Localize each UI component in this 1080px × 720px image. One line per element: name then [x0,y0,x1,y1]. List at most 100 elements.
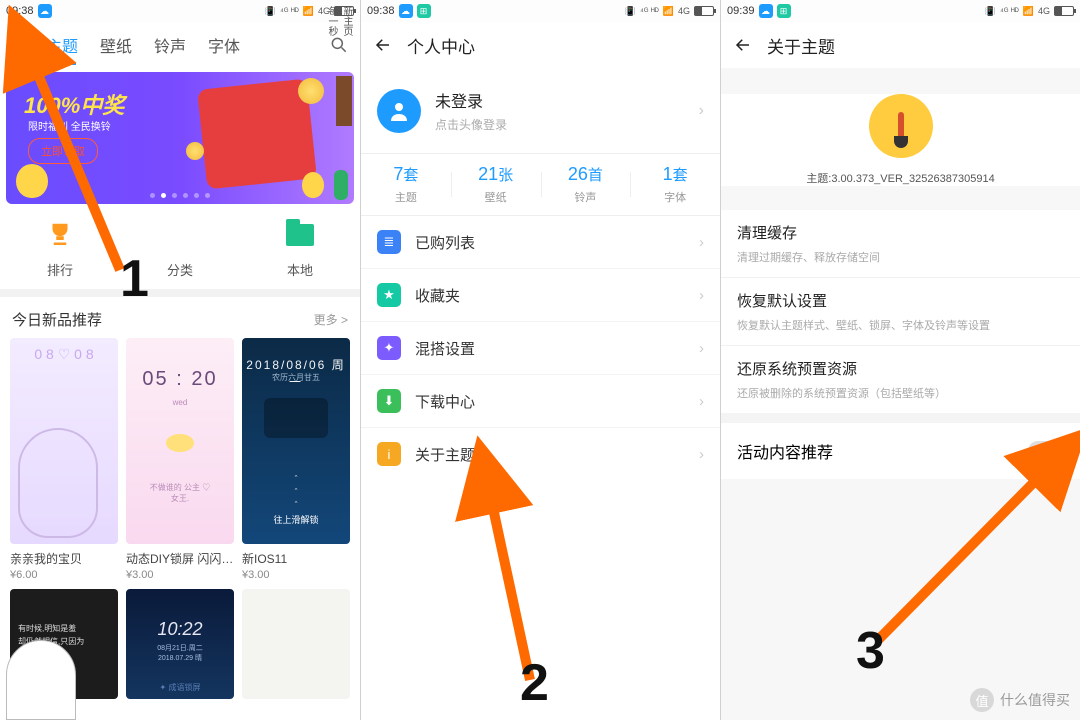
vibrate-icon: 📳 [625,6,636,17]
avatar-icon [377,89,421,133]
setting-activity-recommend[interactable]: 活动内容推荐 [721,423,1080,479]
net-label: 4G [1038,6,1050,16]
profile-row[interactable]: 未登录 点击头像登录 › [361,68,720,153]
status-bar: 09:38☁ 📳⁴ᴳ ᴴᴰ📶4G [0,0,360,22]
profile-icon[interactable] [10,34,32,56]
setting-desc: 还原被删除的系统预置资源（包括壁纸等） [737,385,1064,401]
banner-cta[interactable]: 立即领取 [28,138,98,164]
toggle-switch[interactable] [1028,441,1064,461]
menu-purchased[interactable]: ≣已购列表› [361,216,720,268]
cat-category-label: 分类 [167,263,193,278]
promo-banner[interactable]: 100%中奖 限时福利 全民换铃 立即领取 [6,72,354,204]
cat-category[interactable]: 分类 [120,218,240,279]
setting-title: 清理缓存 [737,222,1064,243]
tab-theme[interactable]: 主题 [38,33,86,57]
theme-clock: 05 : 20 [126,368,234,391]
profile-sub: 点击头像登录 [435,116,507,133]
menu-about[interactable]: i关于主题› [361,427,720,480]
category-row: 排行 分类 本地 [0,204,360,289]
theme-card[interactable]: 新主页每一秒 [242,589,350,699]
chevron-right-icon: › [699,340,704,357]
theme-card[interactable]: 2018/08/06 周一农历六月甘五＾＾＾往上滑解锁 新IOS11 ¥3.00 [242,338,350,581]
status-time: 09:39 [727,5,755,17]
menu-label: 混搭设置 [415,338,475,359]
stat-font[interactable]: 1套字体 [630,164,720,205]
scan-icon: ⊞ [417,4,431,18]
cat-rank-label: 排行 [47,263,73,278]
theme-card[interactable]: 05 : 20wed不做谁的 公主 ♡女王. 动态DIY锁屏 闪闪… ¥3.00 [126,338,234,581]
status-time: 09:38 [367,5,395,17]
tab-ringtone[interactable]: 铃声 [146,33,194,57]
signal-text: ⁴ᴳ ᴴᴰ [1000,6,1019,16]
stat-theme[interactable]: 7套主题 [361,164,451,205]
list-icon: ≣ [377,230,401,254]
status-bar: 09:39☁⊞ 📳⁴ᴳ ᴴᴰ📶4G [721,0,1080,22]
info-icon: i [377,442,401,466]
theme-name: 动态DIY锁屏 闪闪… [126,550,234,567]
cat-rank[interactable]: 排行 [0,218,120,279]
cat-local-label: 本地 [287,263,313,278]
top-nav: 主题 壁纸 铃声 字体 [0,22,360,68]
theme-grid: 0 8 ♡ 0 8 亲亲我的宝贝 ¥6.00 05 : 20wed不做谁的 公主… [0,338,360,581]
version-text: 主题:3.00.373_VER_32526387305914 [721,170,1080,186]
tab-wallpaper[interactable]: 壁纸 [92,33,140,57]
weather-icon: ☁ [759,4,773,18]
section-title: 今日新品推荐 [12,309,102,330]
stat-wallpaper[interactable]: 21张壁纸 [451,164,541,205]
chevron-right-icon: › [699,393,704,410]
page-title: 关于主题 [767,33,835,58]
search-icon[interactable] [328,34,350,56]
setting-clear-cache[interactable]: 清理缓存 清理过期缓存、释放存储空间 [721,210,1080,277]
watermark: 值 什么值得买 [970,688,1070,712]
title-bar: 个人中心 [361,22,720,68]
brush-icon [898,112,904,140]
theme-card[interactable]: 10:2208月21日.周二2018.07.29 晴✦ 成语锁屏 [126,589,234,699]
battery-icon [694,6,714,16]
banner-title: 100%中奖 [24,88,124,120]
weather-icon: ☁ [399,4,413,18]
setting-title: 还原系统预置资源 [737,358,1064,379]
profile-name: 未登录 [435,88,507,112]
menu-favorites[interactable]: ★收藏夹› [361,268,720,321]
app-icon [869,94,933,158]
watermark-icon: 值 [970,688,994,712]
tab-font[interactable]: 字体 [200,33,248,57]
screen-personal-center: 09:38☁⊞ 📳⁴ᴳ ᴴᴰ📶4G 个人中心 未登录 点击头像登录 › 7套主题… [360,0,720,720]
theme-card[interactable]: 0 8 ♡ 0 8 亲亲我的宝贝 ¥6.00 [10,338,118,581]
carousel-dots[interactable] [150,193,210,198]
signal-icon: 📶 [1023,6,1034,17]
stats-row: 7套主题 21张壁纸 26首铃声 1套字体 [361,153,720,216]
theme-name: 新IOS11 [242,550,350,567]
status-time: 09:38 [6,5,34,17]
chevron-right-icon: › [699,234,704,251]
setting-desc: 恢复默认主题样式、壁纸、锁屏、字体及铃声等设置 [737,317,1064,333]
menu-download[interactable]: ⬇下载中心› [361,374,720,427]
stat-ringtone[interactable]: 26首铃声 [541,164,631,205]
chevron-right-icon: › [699,287,704,304]
back-icon[interactable] [373,35,393,55]
vibrate-icon: 📳 [985,6,996,17]
section-more[interactable]: 更多 > [314,311,348,328]
setting-desc: 清理过期缓存、释放存储空间 [737,249,1064,265]
signal-text: ⁴ᴳ ᴴᴰ [640,6,659,16]
signal-icon: 📶 [303,6,314,17]
weather-icon: ☁ [38,4,52,18]
mix-icon: ✦ [377,336,401,360]
menu-mix[interactable]: ✦ 混搭设置 › [361,321,720,374]
theme-price: ¥6.00 [10,569,118,581]
status-bar: 09:38☁⊞ 📳⁴ᴳ ᴴᴰ📶4G [361,0,720,22]
page-title: 个人中心 [407,33,475,58]
cat-local[interactable]: 本地 [240,218,360,279]
setting-title: 恢复默认设置 [737,290,1064,311]
title-bar: 关于主题 [721,22,1080,68]
theme-price: ¥3.00 [242,569,350,581]
section-header: 今日新品推荐 更多 > [0,297,360,338]
screen-about-theme: 09:39☁⊞ 📳⁴ᴳ ᴴᴰ📶4G 关于主题 主题:3.00.373_VER_3… [720,0,1080,720]
theme-price: ¥3.00 [126,569,234,581]
setting-restore-default[interactable]: 恢复默认设置 恢复默认主题样式、壁纸、锁屏、字体及铃声等设置 [721,277,1080,345]
lock-time: 10:22 [126,619,234,640]
banner-sub: 限时福利 全民换铃 [28,118,111,133]
back-icon[interactable] [733,35,753,55]
setting-restore-resources[interactable]: 还原系统预置资源 还原被删除的系统预置资源（包括壁纸等） [721,345,1080,413]
chevron-right-icon: › [699,102,704,120]
